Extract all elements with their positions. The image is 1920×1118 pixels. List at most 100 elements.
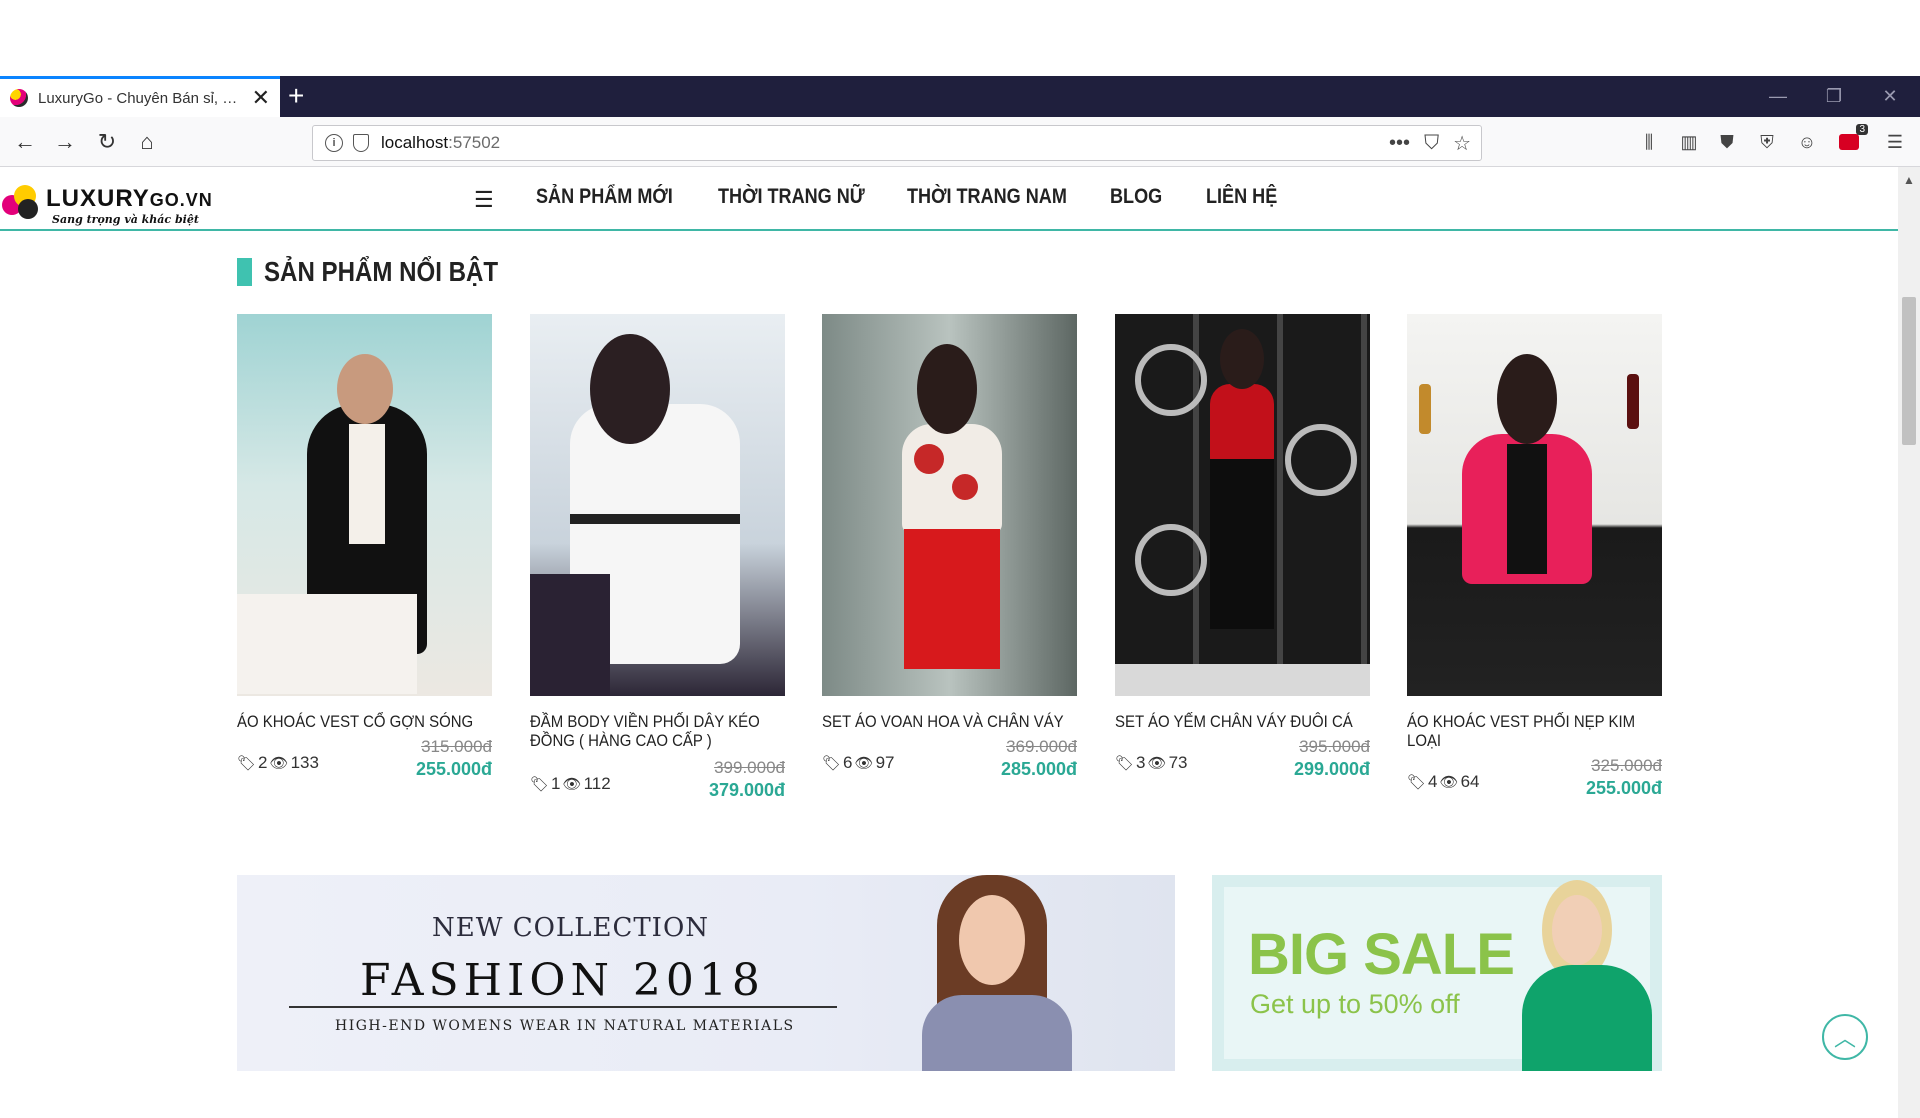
product-meta: 🏷 4 👁 64 325.000đ 255.000đ bbox=[1407, 756, 1662, 810]
site-favicon-icon bbox=[10, 89, 28, 107]
banner-left-model bbox=[907, 875, 1107, 1071]
tampermonkey-icon[interactable]: ☺ bbox=[1794, 129, 1820, 155]
product-meta: 🏷 1 👁 112 399.000đ 379.000đ bbox=[530, 758, 785, 812]
forward-icon[interactable]: → bbox=[50, 127, 80, 157]
product-price: 255.000đ bbox=[1585, 778, 1662, 798]
product-name[interactable]: ĐẦM BODY VIỀN PHỐI DÂY KÉO ĐỒNG ( HÀNG C… bbox=[530, 712, 785, 750]
back-icon[interactable]: ← bbox=[10, 127, 40, 157]
product-tag-count: 3 bbox=[1136, 753, 1146, 772]
browser-tab-bar: LuxuryGo - Chuyên Bán sỉ, Bán lẻ ✕ + — ❐… bbox=[0, 76, 1920, 117]
site-logo[interactable]: LUXURYGO.VN Sang trọng và khác biệt bbox=[2, 175, 212, 226]
tag-icon: 🏷 bbox=[237, 755, 257, 772]
product-card[interactable]: SET ÁO YẾM CHÂN VÁY ĐUÔI CÁ 🏷 3 👁 73 395.0… bbox=[1115, 314, 1370, 791]
page-top-strip bbox=[0, 0, 1920, 76]
close-window-icon[interactable]: ✕ bbox=[1862, 76, 1918, 117]
nav-item-thoi-trang-nu[interactable]: THỜI TRANG NỮ bbox=[718, 185, 865, 209]
product-card[interactable]: ÁO KHOÁC VEST CỔ GỢN SÓNG 🏷 2 👁 133 315.00… bbox=[237, 314, 492, 791]
nav-item-blog[interactable]: BLOG bbox=[1110, 185, 1162, 209]
section-title-text: SẢN PHẨM NỔI BẬT bbox=[264, 256, 499, 287]
browser-nav-bar: ← → ↻ ⌂ i localhost:57502 ••• ⛉ ☆ ⫼ ▥ ⛊ … bbox=[0, 117, 1920, 167]
product-view-count: 97 bbox=[875, 753, 895, 772]
logo-mark-icon bbox=[2, 183, 42, 219]
reload-icon[interactable]: ↻ bbox=[92, 127, 122, 157]
product-stats: 🏷 3 👁 73 bbox=[1115, 753, 1187, 773]
product-stats: 🏷 2 👁 133 bbox=[237, 753, 319, 773]
product-meta: 🏷 2 👁 133 315.000đ 255.000đ bbox=[237, 737, 492, 791]
banner-right-line2: Get up to 50% off bbox=[1250, 989, 1460, 1019]
product-tag-count: 1 bbox=[551, 774, 561, 793]
product-name[interactable]: SET ÁO YẾM CHÂN VÁY ĐUÔI CÁ bbox=[1115, 712, 1370, 731]
nav-item-thoi-trang-nam[interactable]: THỜI TRANG NAM bbox=[907, 185, 1067, 209]
banner-new-collection[interactable]: NEW COLLECTION FASHION 2018 HIGH-END WOM… bbox=[237, 875, 1175, 1071]
product-price: 379.000đ bbox=[708, 780, 785, 800]
page-scrollbar[interactable]: ▲ bbox=[1898, 167, 1920, 1118]
restore-window-icon[interactable]: ❐ bbox=[1806, 76, 1862, 117]
extension-badge-icon[interactable]: 3 bbox=[1836, 124, 1868, 155]
product-old-price: 399.000đ bbox=[714, 758, 785, 777]
library-icon[interactable]: ⫼ bbox=[1636, 129, 1662, 155]
new-tab-button[interactable]: + bbox=[288, 80, 304, 112]
home-icon[interactable]: ⌂ bbox=[132, 127, 162, 157]
product-stats: 🏷 4 👁 64 bbox=[1407, 772, 1479, 792]
nav-item-lien-he[interactable]: LIÊN HỆ bbox=[1206, 185, 1277, 209]
banner-big-sale[interactable]: BIG SALE Get up to 50% off bbox=[1212, 875, 1662, 1071]
product-card[interactable]: SET ÁO VOAN HOA VÀ CHÂN VÁY 🏷 6 👁 97 369.0… bbox=[822, 314, 1077, 791]
product-name[interactable]: SET ÁO VOAN HOA VÀ CHÂN VÁY bbox=[822, 712, 1077, 731]
site-header: LUXURYGO.VN Sang trọng và khác biệt ☰ SẢ… bbox=[0, 167, 1898, 231]
eye-icon: 👁 bbox=[854, 755, 874, 772]
section-title-accent bbox=[237, 258, 252, 286]
url-text[interactable]: localhost:57502 bbox=[381, 133, 500, 153]
back-to-top-button[interactable]: ︿ bbox=[1822, 1014, 1868, 1060]
product-view-count: 73 bbox=[1168, 753, 1188, 772]
scroll-thumb[interactable] bbox=[1902, 297, 1916, 445]
product-card[interactable]: ĐẦM BODY VIỀN PHỐI DÂY KÉO ĐỒNG ( HÀNG C… bbox=[530, 314, 785, 812]
sidebar-icon[interactable]: ▥ bbox=[1676, 129, 1702, 155]
bookmark-star-icon[interactable]: ☆ bbox=[1453, 131, 1471, 156]
product-old-price: 315.000đ bbox=[421, 737, 492, 756]
tag-icon: 🏷 bbox=[1407, 774, 1427, 791]
product-tag-count: 4 bbox=[1428, 772, 1438, 791]
tracking-shield-icon[interactable] bbox=[353, 134, 369, 152]
product-image[interactable] bbox=[1407, 314, 1662, 696]
product-view-count: 133 bbox=[290, 753, 319, 772]
close-tab-icon[interactable]: ✕ bbox=[252, 87, 270, 109]
hamburger-menu-icon[interactable]: ☰ bbox=[1882, 129, 1908, 155]
tag-icon: 🏷 bbox=[822, 755, 842, 772]
product-tag-count: 6 bbox=[843, 753, 853, 772]
tag-icon: 🏷 bbox=[530, 776, 550, 793]
product-meta: 🏷 3 👁 73 395.000đ 299.000đ bbox=[1115, 737, 1370, 791]
banner-left-divider bbox=[289, 1006, 837, 1008]
product-stats: 🏷 6 👁 97 bbox=[822, 753, 894, 773]
ublock-icon[interactable]: ⛨ bbox=[1754, 129, 1780, 155]
product-image[interactable] bbox=[237, 314, 492, 696]
tag-icon: 🏷 bbox=[1115, 755, 1135, 772]
url-bar[interactable]: i localhost:57502 ••• ⛉ ☆ bbox=[312, 125, 1482, 161]
extension-shield-icon[interactable]: ⛊ bbox=[1714, 129, 1740, 155]
product-image[interactable] bbox=[1115, 314, 1370, 696]
pocket-icon[interactable]: ⛉ bbox=[1424, 132, 1439, 155]
scroll-up-icon[interactable]: ▲ bbox=[1903, 173, 1915, 187]
product-image[interactable] bbox=[822, 314, 1077, 696]
banner-right-model bbox=[1512, 875, 1662, 1071]
menu-toggle-icon[interactable]: ☰ bbox=[474, 187, 494, 213]
site-info-icon[interactable]: i bbox=[325, 134, 343, 152]
product-old-price: 325.000đ bbox=[1591, 756, 1662, 775]
product-price: 299.000đ bbox=[1293, 759, 1370, 779]
page-actions-icon[interactable]: ••• bbox=[1389, 132, 1410, 155]
eye-icon: 👁 bbox=[1439, 774, 1459, 791]
browser-tab-active[interactable]: LuxuryGo - Chuyên Bán sỉ, Bán lẻ ✕ bbox=[0, 76, 280, 117]
product-name[interactable]: ÁO KHOÁC VEST PHỐI NẸP KIM LOẠI bbox=[1407, 712, 1662, 750]
product-stats: 🏷 1 👁 112 bbox=[530, 774, 611, 794]
eye-icon: 👁 bbox=[562, 776, 582, 793]
logo-slogan: Sang trọng và khác biệt bbox=[52, 213, 199, 226]
product-price: 255.000đ bbox=[415, 759, 492, 779]
nav-item-san-pham-moi[interactable]: SẢN PHẨM MỚI bbox=[536, 185, 673, 209]
minimize-window-icon[interactable]: — bbox=[1750, 76, 1806, 117]
product-name[interactable]: ÁO KHOÁC VEST CỔ GỢN SÓNG bbox=[237, 712, 492, 731]
product-image[interactable] bbox=[530, 314, 785, 696]
chevron-up-icon: ︿ bbox=[1833, 1026, 1856, 1051]
banner-left-line3: HIGH-END WOMENS WEAR IN NATURAL MATERIAL… bbox=[335, 1018, 795, 1034]
product-card[interactable]: ÁO KHOÁC VEST PHỐI NẸP KIM LOẠI 🏷 4 👁 64 3… bbox=[1407, 314, 1662, 810]
product-meta: 🏷 6 👁 97 369.000đ 285.000đ bbox=[822, 737, 1077, 791]
product-old-price: 369.000đ bbox=[1006, 737, 1077, 756]
